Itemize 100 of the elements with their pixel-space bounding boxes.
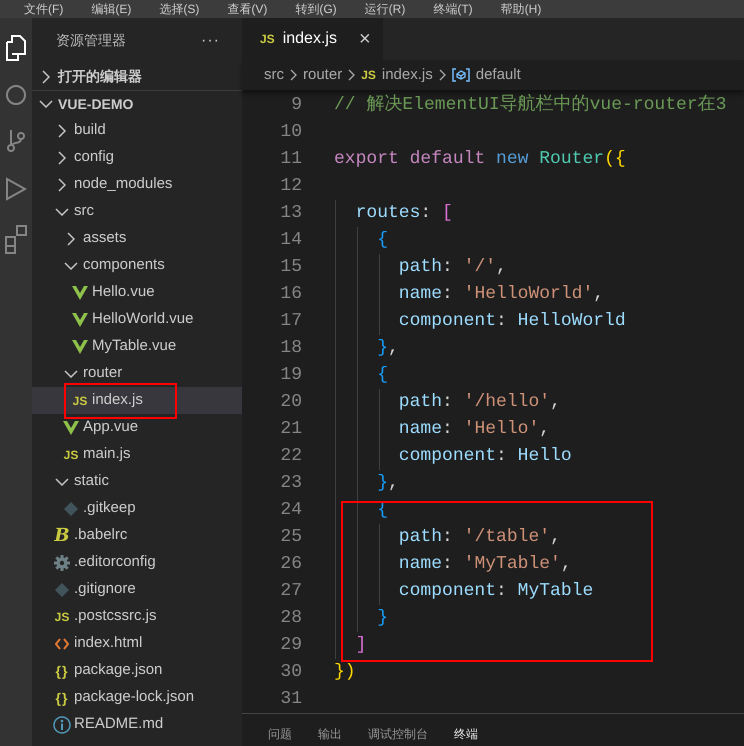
search-icon[interactable] [5,84,27,106]
code-line: component: Hello [398,445,572,468]
editor-tab[interactable]: JS index.js × [242,18,383,60]
tree-item[interactable]: .gitignore [32,576,242,603]
babel-icon: B [54,526,70,544]
code-line: export default new Router({ [334,148,626,171]
line-number: 29 [279,634,303,657]
breadcrumb-item[interactable]: default [450,64,523,86]
code-line: }) [334,661,356,684]
code-brackets-icon [55,638,69,650]
js-file-icon: JS [361,66,376,84]
tree-item[interactable]: components [32,252,242,279]
tree-item[interactable]: static [32,468,242,495]
line-number: 10 [279,121,303,144]
menu-item[interactable]: 编辑(E) [91,3,132,15]
menu-item[interactable]: 查看(V) [227,3,268,15]
panel-tab[interactable]: 终端 [454,725,478,743]
line-number: 12 [279,175,303,198]
tree-item[interactable]: {} package-lock.json [32,684,242,711]
tree-item[interactable]: .gitkeep [32,495,242,522]
panel-tab[interactable]: 调试控制台 [368,725,428,743]
tree-item[interactable]: JS .postcssrc.js [32,603,242,630]
line-number: 20 [279,391,303,414]
diamond-icon [64,502,78,516]
line-number: 28 [279,607,303,630]
code-line: path: '/table', [398,526,561,549]
tree-item[interactable]: config [32,144,242,171]
js-file-icon: JS [260,30,275,48]
code-line: name: 'HelloWorld', [398,283,604,306]
tree-item[interactable]: {} package.json [32,657,242,684]
line-number: 16 [279,283,303,306]
vue-icon [72,286,88,300]
code-line: name: 'Hello', [398,418,550,441]
line-number: 27 [279,580,303,603]
menu-item[interactable]: 终端(T) [433,3,473,15]
source-control-icon[interactable] [5,128,27,154]
tree-item[interactable]: node_modules [32,171,242,198]
line-number: 15 [279,256,303,279]
line-number: 17 [279,310,303,333]
section-header[interactable]: 打开的编辑器 [32,63,242,90]
more-button[interactable]: ··· [201,28,220,52]
breadcrumb-item[interactable]: router [301,64,344,86]
menu-item[interactable]: 转到(G) [295,3,337,15]
cube-icon [452,68,470,82]
chevron-right-icon [290,69,297,81]
menu-item[interactable]: 运行(R) [364,3,406,15]
braces-icon: {} [56,690,68,704]
tree-item[interactable]: assets [32,225,242,252]
code-line: }, [376,337,399,360]
tree-item[interactable]: HelloWorld.vue [32,306,242,333]
line-number: 19 [279,364,303,387]
tree-item[interactable]: build [32,117,242,144]
code-line: path: '/', [398,256,507,279]
line-number: 13 [279,202,303,225]
breadcrumb-item[interactable]: src [262,64,286,86]
code-line: component: MyTable [398,580,594,603]
code-line: { [376,229,388,252]
line-number: 31 [279,688,303,711]
vue-icon [63,420,79,434]
tree-item[interactable]: README.md [32,711,242,738]
chevron-right-icon [348,69,356,81]
vue-icon [72,340,88,354]
line-number: 30 [279,661,303,684]
menu-item[interactable]: 选择(S) [159,3,200,15]
menu-item[interactable]: 帮助(H) [500,3,542,15]
tree-item[interactable]: Hello.vue [32,279,242,306]
line-number: 25 [279,526,303,549]
panel-tab[interactable]: 输出 [318,725,342,743]
extensions-icon[interactable] [5,224,27,254]
tree-item[interactable]: JS main.js [32,441,242,468]
debug-icon[interactable] [5,176,27,202]
tree-item[interactable]: .editorconfig [32,549,242,576]
line-number: 11 [279,148,303,171]
js-file-icon: JS [64,448,78,460]
close-button[interactable]: × [358,29,371,49]
line-number: 24 [279,499,303,522]
tree-item[interactable]: index.html [32,630,242,657]
js-file-icon: JS [54,610,70,622]
tree-item[interactable]: src [32,198,242,225]
code-line: }, [376,472,399,495]
diamond-icon [55,582,69,596]
line-number: 18 [279,337,303,360]
code-line: name: 'MyTable', [398,553,572,576]
info-icon [53,716,71,734]
tree-item[interactable]: MyTable.vue [32,333,242,360]
panel-tab[interactable]: 问题 [268,725,292,743]
line-number: 23 [279,472,303,495]
files-icon[interactable] [4,34,28,62]
panel-title: 资源管理器 [56,31,126,50]
tree-item[interactable]: App.vue [32,414,242,441]
chevron-down-icon [39,100,53,108]
js-file-icon: JS [72,394,88,406]
line-number: 21 [279,418,303,441]
line-number: 26 [279,553,303,576]
tree-item[interactable]: router [32,360,242,387]
menu-item[interactable]: 文件(F) [24,3,64,15]
tree-item[interactable]: B .babelrc [32,522,242,549]
code-line: // 解决ElementUI导航栏中的vue-router在3 [334,92,726,117]
breadcrumb-item[interactable]: JS index.js [359,64,435,86]
chevron-right-icon [438,69,446,81]
